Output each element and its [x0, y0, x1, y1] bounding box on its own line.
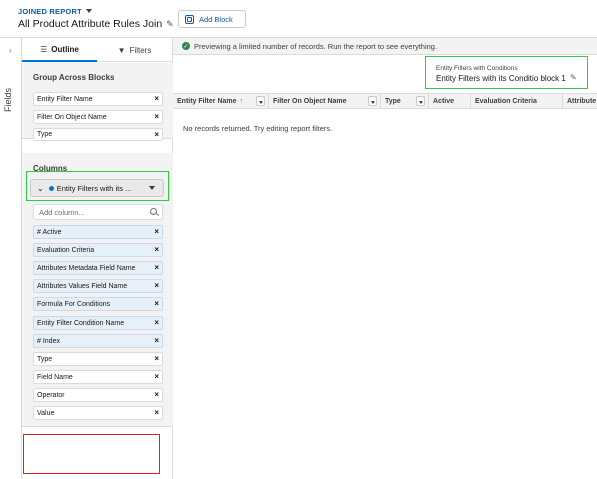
remove-icon[interactable]: ×	[154, 299, 159, 308]
preview-message: Previewing a limited number of records. …	[194, 41, 438, 51]
report-title: All Product Attribute Rules Join ✎	[18, 18, 174, 30]
column-menu-icon[interactable]	[416, 96, 425, 106]
tab-outline[interactable]: ☰ Outline	[22, 38, 97, 62]
remove-icon[interactable]: ×	[154, 263, 159, 272]
column-menu-icon[interactable]	[256, 96, 265, 106]
column-item[interactable]: Evaluation Criteria ×	[33, 243, 163, 257]
remove-icon[interactable]: ×	[154, 408, 159, 417]
annotation-box-block-select	[26, 171, 169, 201]
column-header-label: Filter On Object Name	[273, 98, 347, 105]
column-header[interactable]: Active	[429, 94, 471, 108]
annotation-box-empty-area	[23, 434, 160, 474]
group-across-blocks-section: Group Across Blocks Entity Filter Name ×…	[22, 63, 173, 141]
fields-rail[interactable]: › Fields	[0, 37, 22, 479]
column-item[interactable]: Attributes Metadata Field Name ×	[33, 261, 163, 275]
column-item-label: Attributes Metadata Field Name	[37, 264, 136, 272]
group-item[interactable]: Filter On Object Name ×	[33, 110, 163, 124]
column-item-label: Evaluation Criteria	[37, 246, 95, 254]
table-header: Entity Filter Name ↑ Filter On Object Na…	[173, 93, 597, 109]
group-item[interactable]: Entity Filter Name ×	[33, 92, 163, 106]
edit-pencil-icon[interactable]: ✎	[166, 19, 174, 30]
report-preview: ✓ Previewing a limited number of records…	[173, 37, 597, 479]
column-item-label: Entity Filter Condition Name	[37, 319, 125, 327]
column-header[interactable]: Evaluation Criteria	[471, 94, 563, 108]
column-header[interactable]: Filter On Object Name	[269, 94, 381, 108]
column-menu-icon[interactable]	[368, 96, 377, 106]
column-item[interactable]: Attributes Values Field Name ×	[33, 279, 163, 293]
column-item[interactable]: Entity Filter Condition Name ×	[33, 316, 163, 330]
caret-down-icon	[85, 9, 92, 13]
remove-icon[interactable]: ×	[154, 245, 159, 254]
remove-icon[interactable]: ×	[154, 318, 159, 327]
column-header-label: Entity Filter Name	[177, 98, 237, 105]
add-column-field[interactable]	[33, 204, 163, 220]
panel-tabs: ☰ Outline ▼ Filters	[22, 38, 173, 62]
chevron-right-icon[interactable]: ›	[9, 46, 12, 55]
column-item[interactable]: # Active ×	[33, 225, 163, 239]
group-item-label: Entity Filter Name	[37, 95, 93, 103]
group-across-blocks-title: Group Across Blocks	[33, 73, 115, 82]
group-item-label: Filter On Object Name	[37, 113, 107, 121]
column-header-label: Type	[385, 98, 401, 105]
preview-banner: ✓ Previewing a limited number of records…	[173, 38, 597, 55]
remove-icon[interactable]: ×	[154, 390, 159, 399]
add-column-input[interactable]	[34, 205, 144, 219]
remove-icon[interactable]: ×	[154, 130, 159, 139]
group-item-label: Type	[37, 131, 53, 138]
sort-up-icon[interactable]: ↑	[240, 98, 244, 105]
column-header-label: Attribute	[567, 98, 597, 105]
column-item-label: Formula For Conditions	[37, 300, 111, 308]
column-item[interactable]: Field Name ×	[33, 370, 163, 384]
column-item[interactable]: Formula For Conditions ×	[33, 297, 163, 311]
column-item[interactable]: # Index ×	[33, 334, 163, 348]
remove-icon[interactable]: ×	[154, 94, 159, 103]
remove-icon[interactable]: ×	[154, 336, 159, 345]
report-type-menu[interactable]: JOINED REPORT	[18, 7, 92, 16]
add-block-button[interactable]: Add Block	[178, 10, 246, 28]
column-header[interactable]: Attribute	[563, 94, 597, 108]
add-block-icon	[185, 14, 194, 24]
column-item-label: # Index	[37, 337, 60, 345]
remove-icon[interactable]: ×	[154, 227, 159, 236]
column-item-label: Type	[37, 355, 53, 363]
outline-panel: ☰ Outline ▼ Filters Group Across Blocks …	[22, 37, 173, 479]
annotation-box-block-header	[425, 56, 588, 89]
column-item-label: Operator	[37, 391, 65, 399]
tab-filters[interactable]: ▼ Filters	[97, 38, 172, 62]
search-icon	[150, 208, 157, 215]
column-item[interactable]: Operator ×	[33, 388, 163, 402]
column-header-label: Evaluation Criteria	[475, 98, 537, 105]
column-header[interactable]: Type	[381, 94, 429, 108]
check-circle-icon: ✓	[182, 42, 190, 50]
add-block-label: Add Block	[199, 14, 233, 24]
remove-icon[interactable]: ×	[154, 354, 159, 363]
report-type-label: JOINED REPORT	[18, 7, 82, 16]
group-item[interactable]: Type ×	[33, 128, 163, 141]
column-header-label: Active	[433, 98, 455, 105]
remove-icon[interactable]: ×	[154, 281, 159, 290]
column-item[interactable]: Value ×	[33, 406, 163, 420]
report-header: JOINED REPORT All Product Attribute Rule…	[0, 0, 597, 37]
column-item-label: Field Name	[37, 373, 73, 381]
tab-outline-label: Outline	[51, 44, 79, 54]
list-icon: ☰	[40, 44, 48, 54]
column-item-label: Value	[37, 409, 55, 417]
fields-rail-label: Fields	[3, 87, 13, 112]
column-header[interactable]: Entity Filter Name ↑	[173, 94, 269, 108]
remove-icon[interactable]: ×	[154, 112, 159, 121]
remove-icon[interactable]: ×	[154, 372, 159, 381]
empty-state-message: No records returned. Try editing report …	[183, 124, 333, 133]
column-item[interactable]: Type ×	[33, 352, 163, 366]
tab-filters-label: Filters	[129, 45, 152, 55]
column-item-label: Attributes Values Field Name	[37, 282, 128, 290]
filter-icon: ▼	[117, 45, 126, 55]
column-item-label: # Active	[37, 228, 62, 236]
report-title-text: All Product Attribute Rules Join	[18, 18, 163, 30]
